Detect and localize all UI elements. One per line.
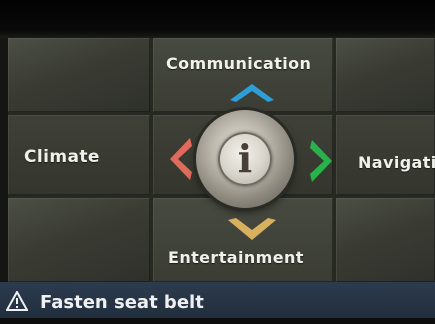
menu-entertainment[interactable]: Entertainment [168,248,304,267]
left-bezel [0,38,8,282]
top-bezel [0,0,435,38]
chevron-left-icon [170,138,192,180]
chevron-right-icon [310,140,332,182]
menu-communication[interactable]: Communication [166,54,311,73]
tile-bottom-left [8,198,150,282]
menu-navigation[interactable]: Navigati [358,153,435,172]
menu-climate[interactable]: Climate [24,147,100,167]
controller-knob[interactable]: i [196,110,294,208]
warning-icon [6,291,28,311]
chevron-down-icon [228,218,276,240]
bottom-bezel [0,318,435,324]
tile-bottom-right [336,198,435,282]
idrive-screen: Communication Climate Navigati Entertain… [0,0,435,324]
info-icon: i [218,132,272,186]
chevron-up-icon [230,84,274,102]
info-glyph: i [237,136,253,181]
tile-top-right [336,38,435,112]
tile-top-left [8,38,150,112]
status-message: Fasten seat belt [40,292,204,313]
